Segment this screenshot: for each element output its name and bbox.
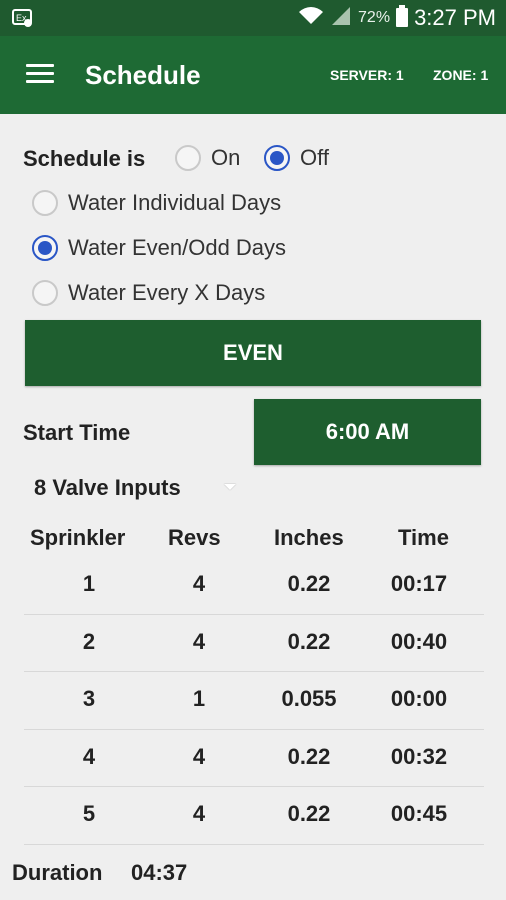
notification-icon: Ex bbox=[12, 7, 34, 34]
start-time-button[interactable]: 6:00 AM bbox=[254, 399, 481, 465]
cell-sprinkler: 2 bbox=[82, 628, 96, 654]
cell-sprinkler: 1 bbox=[82, 571, 96, 596]
table-row[interactable]: 2 4 0.22 00:40 bbox=[24, 615, 484, 673]
cell-time: 00:00 bbox=[390, 686, 448, 712]
table-row[interactable]: 5 4 0.22 00:45 bbox=[24, 787, 484, 845]
cell-time: 00:32 bbox=[390, 743, 448, 769]
header-sprinkler: Sprinkler bbox=[30, 525, 126, 550]
cell-time: 00:40 bbox=[390, 628, 448, 654]
duration-value: 04:37 bbox=[131, 860, 188, 885]
battery-icon bbox=[396, 4, 409, 32]
mode-even-odd-days[interactable]: Water Even/Odd Days bbox=[32, 235, 286, 261]
mode-even-odd-days-label: Water Even/Odd Days bbox=[68, 235, 287, 260]
schedule-off-option[interactable]: Off bbox=[264, 145, 329, 171]
schedule-label: Schedule is bbox=[23, 146, 146, 171]
mode-every-x-days[interactable]: Water Every X Days bbox=[32, 280, 265, 306]
even-odd-button[interactable]: EVEN bbox=[25, 320, 481, 386]
wifi-icon bbox=[298, 6, 324, 31]
start-time-label: Start Time bbox=[23, 420, 131, 445]
mode-every-x-days-radio[interactable] bbox=[32, 280, 58, 306]
schedule-on-label: On bbox=[211, 145, 241, 170]
valve-inputs-dropdown[interactable]: 8 Valve Inputs bbox=[34, 472, 254, 506]
page-title: Schedule bbox=[85, 60, 201, 90]
schedule-on-radio[interactable] bbox=[175, 145, 201, 171]
cell-revs: 4 bbox=[192, 571, 206, 596]
clock: 3:27 PM bbox=[414, 5, 496, 30]
menu-icon[interactable] bbox=[26, 64, 54, 86]
server-label[interactable]: SERVER: 1 bbox=[330, 67, 404, 83]
status-bar: Ex 72% 3:27 PM bbox=[0, 0, 506, 36]
cell-time: 00:17 bbox=[390, 571, 448, 596]
cell-time: 00:45 bbox=[390, 801, 448, 827]
cell-sprinkler: 4 bbox=[82, 743, 96, 769]
cell-inches: 0.22 bbox=[287, 628, 331, 654]
signal-icon bbox=[330, 6, 352, 31]
table-row[interactable]: 1 4 0.22 00:17 bbox=[24, 557, 484, 615]
table-header: Sprinkler Revs Inches Time bbox=[0, 525, 506, 555]
valve-inputs-value: 8 Valve Inputs bbox=[34, 475, 181, 500]
zone-label[interactable]: ZONE: 1 bbox=[433, 67, 488, 83]
cell-revs: 1 bbox=[192, 686, 206, 712]
battery-percent: 72% bbox=[358, 9, 391, 26]
table-row[interactable]: 4 4 0.22 00:32 bbox=[24, 730, 484, 788]
schedule-on-option[interactable]: On bbox=[175, 145, 240, 171]
cell-revs: 4 bbox=[192, 801, 206, 827]
cell-inches: 0.22 bbox=[287, 801, 331, 827]
cell-sprinkler: 5 bbox=[82, 801, 96, 827]
status-indicators: 72% 3:27 PM bbox=[298, 0, 496, 36]
header-inches: Inches bbox=[274, 525, 344, 550]
mode-individual-days[interactable]: Water Individual Days bbox=[32, 190, 281, 216]
mode-individual-days-label: Water Individual Days bbox=[68, 190, 282, 215]
table-row[interactable]: 3 1 0.055 00:00 bbox=[24, 672, 484, 730]
sprinkler-table: 1 4 0.22 00:17 2 4 0.22 00:40 3 1 0.055 … bbox=[24, 557, 484, 845]
duration-label: Duration bbox=[12, 860, 103, 885]
schedule-off-label: Off bbox=[300, 145, 329, 170]
header-revs: Revs bbox=[168, 525, 221, 550]
dropdown-arrow-icon bbox=[224, 484, 236, 490]
cell-revs: 4 bbox=[192, 743, 206, 769]
cell-inches: 0.055 bbox=[281, 686, 337, 712]
cell-revs: 4 bbox=[192, 628, 206, 654]
app-bar: Schedule SERVER: 1 ZONE: 1 bbox=[0, 36, 506, 114]
schedule-toggle-row: Schedule is On Off bbox=[23, 142, 493, 178]
mode-every-x-days-label: Water Every X Days bbox=[68, 280, 266, 305]
schedule-off-radio[interactable] bbox=[264, 145, 290, 171]
mode-individual-days-radio[interactable] bbox=[32, 190, 58, 216]
cell-inches: 0.22 bbox=[287, 743, 331, 769]
header-time: Time bbox=[398, 525, 449, 550]
cell-sprinkler: 3 bbox=[82, 686, 96, 712]
mode-even-odd-days-radio[interactable] bbox=[32, 235, 58, 261]
cell-inches: 0.22 bbox=[287, 571, 331, 596]
